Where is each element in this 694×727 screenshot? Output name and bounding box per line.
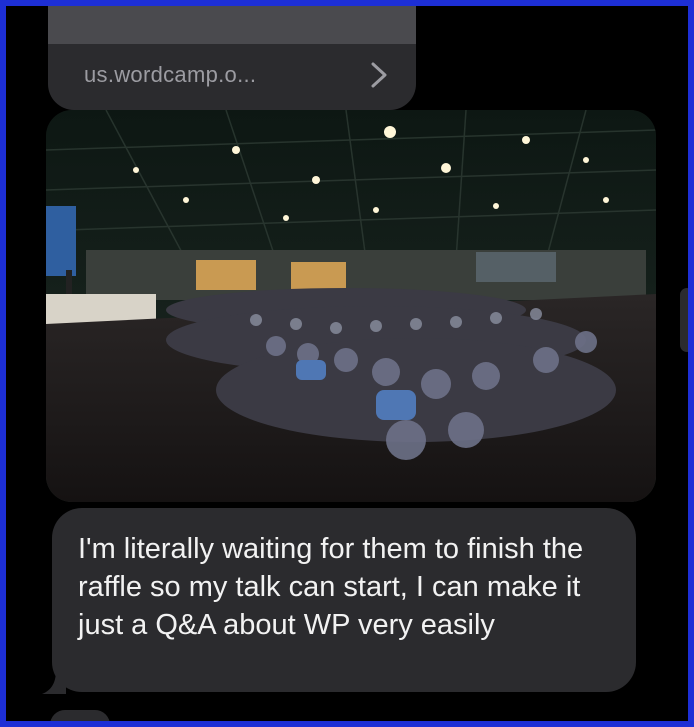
message-text: I'm literally waiting for them to finish… xyxy=(78,533,584,641)
conference-photo[interactable] xyxy=(46,110,656,502)
chevron-right-icon xyxy=(371,62,387,88)
link-preview-card[interactable]: us.wordcamp.o... xyxy=(48,6,416,110)
chat-screen: us.wordcamp.o... I'm literally waiting f… xyxy=(6,6,688,721)
link-preview-thumbnail xyxy=(48,6,416,44)
bubble-tail xyxy=(42,670,66,694)
next-message-bubble xyxy=(50,710,110,721)
message-bubble[interactable]: I'm literally waiting for them to finish… xyxy=(42,508,636,694)
tapback-button[interactable] xyxy=(680,288,688,352)
link-preview-domain: us.wordcamp.o... xyxy=(84,62,257,87)
conference-photo-image xyxy=(46,110,656,502)
